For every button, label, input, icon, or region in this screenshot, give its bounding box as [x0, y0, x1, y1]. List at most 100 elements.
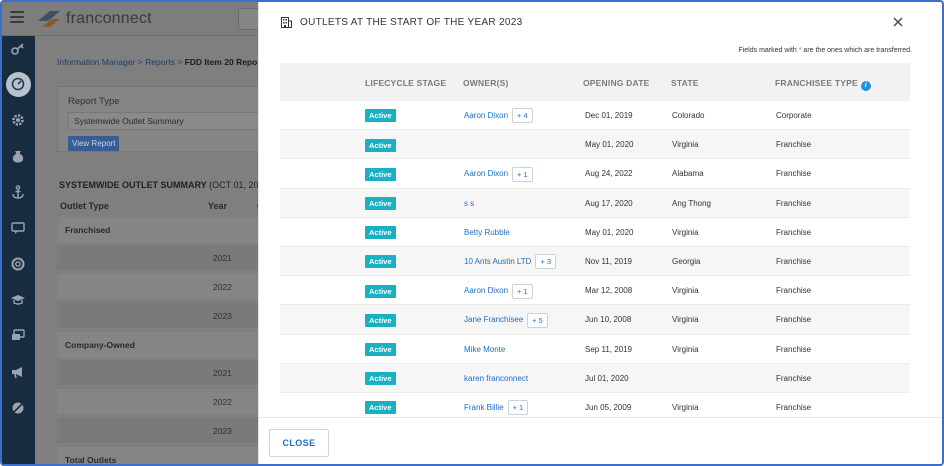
owner-link[interactable]: s s: [464, 199, 474, 208]
opening-date-cell: Jun 10, 2008: [585, 315, 632, 325]
more-owners-button[interactable]: + 1: [507, 400, 529, 416]
state-cell: Virginia: [672, 315, 699, 325]
owner-cell: karen franconnect: [464, 364, 528, 393]
col-header-franchisee-type[interactable]: FRANCHISEE TYPE i: [775, 78, 871, 91]
menu-icon[interactable]: [10, 11, 24, 23]
franchisee-type-cell: Franchise: [776, 198, 812, 208]
more-owners-button[interactable]: + 1: [512, 166, 533, 182]
status-badge: Active: [365, 138, 396, 152]
report-type-select[interactable]: Systemwide Outlet Summary: [68, 112, 266, 130]
lifecycle-cell: Active: [365, 364, 396, 393]
franchisee-type-cell: Franchise: [776, 169, 812, 179]
info-icon[interactable]: i: [860, 81, 871, 91]
breadcrumb-current: FDD Item 20 Report: [184, 57, 264, 67]
view-report-button[interactable]: View Report: [68, 136, 120, 151]
lifecycle-cell: Active: [365, 101, 396, 130]
franchisee-type-cell: Franchise: [776, 373, 812, 383]
close-icon[interactable]: [891, 15, 905, 29]
report-type-label: Report Type: [68, 96, 120, 107]
col-header-outlet-type: Outlet Type: [60, 201, 109, 211]
table-row: 2023: [57, 418, 265, 444]
state-cell: Ang Thong: [672, 198, 711, 208]
owner-link[interactable]: Betty Rubble: [464, 228, 510, 237]
lifecycle-cell: Active: [365, 247, 396, 276]
table-row: Active Betty Rubble May 01, 2020 Virginia Fr…: [280, 218, 910, 247]
owner-cell: Mike Monte: [464, 335, 505, 364]
franconnect-logo-icon: [38, 11, 60, 27]
lifecycle-cell: Active: [365, 276, 396, 305]
opening-date-cell: Jun 05, 2009: [585, 402, 632, 412]
owner-cell: 10 Ants Austin LTD + 3: [464, 247, 557, 276]
owner-link[interactable]: Aaron Dixon: [464, 111, 508, 120]
col-header-lifecycle[interactable]: LIFECYCLE STAGE: [365, 78, 446, 88]
table-row: 2021: [57, 245, 265, 271]
owner-cell: Betty Rubble: [464, 218, 510, 247]
status-badge: Active: [365, 255, 396, 269]
background-report-page: Information Manager > Reports > FDD Item…: [35, 36, 266, 464]
owner-link[interactable]: Aaron Dixon: [464, 169, 508, 178]
transfer-note: Fields marked with * are the ones which …: [738, 47, 912, 54]
lifecycle-cell: Active: [365, 335, 396, 364]
owner-link[interactable]: Frank Billie: [464, 403, 504, 412]
status-badge: Active: [365, 313, 396, 327]
status-badge: Active: [365, 401, 396, 415]
chat-icon[interactable]: [10, 220, 26, 236]
more-owners-button[interactable]: + 4: [512, 108, 533, 124]
status-badge: Active: [365, 372, 396, 386]
close-button[interactable]: CLOSE: [269, 429, 329, 457]
owner-link[interactable]: karen franconnect: [464, 374, 528, 383]
status-badge: Active: [365, 167, 396, 181]
col-header-owner[interactable]: OWNER(S): [463, 78, 509, 88]
summary-title: SYSTEMWIDE OUTLET SUMMARY (OCT 01, 202: [59, 180, 264, 190]
owner-cell: Aaron Dixon + 4: [464, 101, 533, 130]
owner-cell: s s: [464, 189, 474, 218]
top-bar-button[interactable]: [238, 8, 260, 30]
owner-cell: Jane Franchisee + 5: [464, 305, 548, 334]
franchisee-type-cell: Franchise: [776, 286, 812, 296]
owner-link[interactable]: Jane Franchisee: [464, 315, 523, 324]
table-row: Active karen franconnect Jul 01, 2020 Franc…: [280, 363, 910, 393]
owner-link[interactable]: Mike Monte: [464, 345, 505, 354]
outlets-table-body: Active Aaron Dixon + 4 Dec 01, 2019 Colorado…: [280, 101, 910, 417]
owner-cell: Frank Billie + 1: [464, 393, 529, 417]
building-icon: [281, 17, 292, 28]
opening-date-cell: May 01, 2020: [585, 227, 634, 237]
status-badge: Active: [365, 109, 396, 123]
more-owners-button[interactable]: + 1: [512, 283, 533, 299]
owner-link[interactable]: Aaron Dixon: [464, 286, 508, 295]
key-icon[interactable]: [10, 42, 26, 58]
more-owners-button[interactable]: + 3: [535, 254, 557, 270]
col-header-opening-date[interactable]: OPENING DATE: [583, 78, 649, 88]
breadcrumb-reports[interactable]: Reports: [145, 57, 175, 67]
chat-alt-icon[interactable]: [10, 328, 26, 344]
status-badge: Active: [365, 196, 396, 210]
group-company-owned: Company-Owned: [57, 332, 265, 358]
table-header: LIFECYCLE STAGE OWNER(S) OPENING DATE ST…: [280, 63, 910, 101]
opening-date-cell: Aug 17, 2020: [585, 198, 633, 208]
outlets-modal: OUTLETS AT THE START OF THE YEAR 2023 Fi…: [258, 2, 942, 464]
status-badge: Active: [365, 342, 396, 356]
megaphone-icon[interactable]: [10, 364, 26, 380]
owner-link[interactable]: 10 Ants Austin LTD: [464, 257, 531, 266]
table-row: Active Jane Franchisee + 5 Jun 10, 2008 Virg…: [280, 305, 910, 335]
rocket-icon[interactable]: [10, 400, 26, 416]
breadcrumb: Information Manager > Reports > FDD Item…: [57, 57, 264, 67]
group-total-outlets: Total Outlets: [57, 447, 265, 464]
table-row: Active Aaron Dixon + 4 Dec 01, 2019 Colorado…: [280, 101, 910, 131]
money-bag-icon[interactable]: [10, 148, 26, 164]
brand-name: franconnect: [66, 10, 152, 27]
col-header-state[interactable]: STATE: [671, 78, 699, 88]
breadcrumb-information-manager[interactable]: Information Manager: [57, 57, 135, 67]
more-owners-button[interactable]: + 5: [527, 312, 548, 328]
gear-icon[interactable]: [10, 112, 26, 128]
anchor-icon[interactable]: [10, 184, 26, 200]
table-row: Active Mike Monte Sep 11, 2019 Virginia Fran…: [280, 335, 910, 364]
owner-cell: Aaron Dixon + 1: [464, 276, 533, 305]
graduation-cap-icon[interactable]: [10, 292, 26, 308]
gauge-icon[interactable]: [10, 76, 26, 92]
lifebuoy-icon[interactable]: [10, 256, 26, 272]
franchisee-type-cell: Franchise: [776, 140, 812, 150]
col-header-year: Year: [208, 201, 228, 211]
state-cell: Alabama: [672, 169, 704, 179]
franchisee-type-cell: Franchise: [776, 256, 812, 266]
